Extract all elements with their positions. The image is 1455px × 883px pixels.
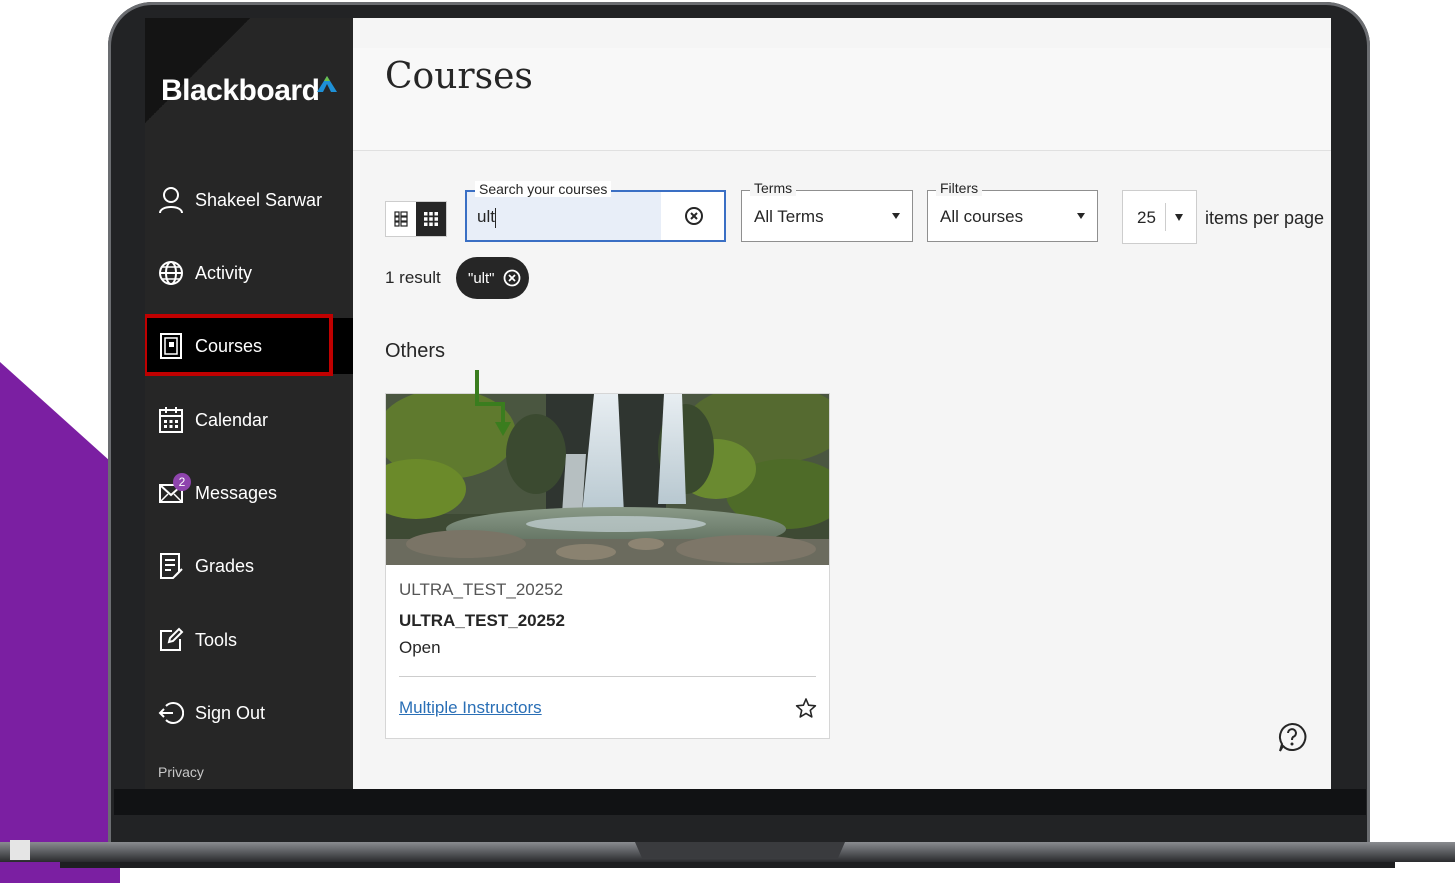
- course-status: Open: [399, 638, 441, 657]
- messages-badge: 2: [173, 473, 191, 491]
- sidebar-item-label: Messages: [195, 482, 278, 503]
- laptop-base: [0, 840, 1455, 868]
- green-pointer-arrow: [475, 370, 511, 436]
- search-filter-chip[interactable]: "ult": [456, 257, 529, 299]
- sign-out-icon: [157, 699, 185, 727]
- grades-icon: [157, 552, 185, 580]
- sidebar-item-profile[interactable]: Shakeel Sarwar: [145, 172, 353, 228]
- instructors-link[interactable]: Multiple Instructors: [399, 698, 542, 718]
- sidebar-item-tools[interactable]: Tools: [145, 612, 353, 668]
- course-card[interactable]: ULTRA_TEST_20252 ULTRA_TEST_20252 Open M…: [385, 393, 830, 739]
- filters-select[interactable]: Filters All courses: [927, 180, 1098, 242]
- sidebar-item-grades[interactable]: Grades: [145, 538, 353, 594]
- chevron-down-icon: [1175, 214, 1183, 221]
- blackboard-logo[interactable]: Blackboard: [161, 74, 320, 108]
- chevron-down-icon: [1077, 213, 1085, 219]
- result-count: 1 result: [385, 268, 441, 287]
- sidebar-item-label: Sign Out: [195, 702, 266, 723]
- search-field[interactable]: Search your courses ult: [465, 181, 726, 242]
- privacy-link[interactable]: Privacy: [158, 764, 204, 780]
- page-title: Courses: [385, 56, 533, 97]
- terms-value: All Terms: [754, 207, 824, 226]
- search-input-area: [467, 192, 661, 240]
- grid-view-button[interactable]: [416, 202, 446, 236]
- course-name[interactable]: ULTRA_TEST_20252: [399, 611, 565, 631]
- sidebar-item-sign-out[interactable]: Sign Out: [145, 685, 353, 741]
- tools-edit-icon: [157, 626, 185, 654]
- sidebar-item-label: Tools: [195, 629, 238, 650]
- logo-area: Blackboard: [145, 18, 353, 160]
- list-view-icon: [394, 211, 408, 227]
- sidebar-item-activity[interactable]: Activity: [145, 245, 353, 301]
- sidebar: Blackboard Shakeel Sarwar Activity Cours…: [145, 18, 353, 789]
- chip-label: "ult": [468, 269, 495, 287]
- filters-value: All courses: [940, 207, 1024, 226]
- globe-icon: [157, 259, 185, 287]
- terms-select[interactable]: Terms All Terms: [741, 180, 913, 242]
- sidebar-item-label: Grades: [195, 555, 255, 576]
- help-icon[interactable]: [1276, 721, 1308, 753]
- view-toggle: [385, 201, 447, 237]
- sidebar-item-label: Shakeel Sarwar: [195, 189, 323, 210]
- per-page-label: items per page: [1205, 208, 1325, 228]
- sidebar-item-label: Activity: [195, 262, 253, 283]
- grid-view-icon: [424, 212, 438, 226]
- logo-mark-icon: [317, 76, 337, 92]
- filters-label: Filters: [936, 180, 983, 196]
- list-view-button[interactable]: [386, 202, 416, 236]
- terms-label: Terms: [750, 180, 797, 196]
- items-per-page-select[interactable]: 25: [1122, 190, 1197, 244]
- sidebar-item-calendar[interactable]: Calendar: [145, 392, 353, 448]
- clear-search-icon[interactable]: [684, 206, 704, 226]
- chevron-down-icon: [892, 213, 900, 219]
- search-value: ult: [477, 207, 495, 226]
- courses-highlight-box: [145, 314, 333, 376]
- sidebar-item-label: Calendar: [195, 409, 269, 430]
- section-heading: Others: [385, 340, 446, 362]
- favorite-star-icon[interactable]: [795, 697, 817, 719]
- per-page-divider: [1165, 203, 1166, 231]
- app-screen: Blackboard Shakeel Sarwar Activity Cours…: [145, 18, 1331, 789]
- card-divider: [399, 676, 816, 677]
- sidebar-item-messages[interactable]: 2 Messages: [145, 465, 353, 521]
- course-banner-image[interactable]: [386, 394, 829, 565]
- calendar-icon: [157, 406, 185, 434]
- user-icon: [157, 186, 185, 214]
- search-label: Search your courses: [475, 181, 612, 197]
- text-caret: [494, 207, 496, 228]
- course-id: ULTRA_TEST_20252: [399, 580, 564, 599]
- search-input[interactable]: ult: [477, 207, 496, 228]
- laptop-bezel-bottom: [114, 789, 1366, 815]
- per-page-value: 25: [1137, 208, 1156, 227]
- remove-chip-icon[interactable]: [503, 269, 521, 287]
- envelope-icon: 2: [157, 473, 191, 507]
